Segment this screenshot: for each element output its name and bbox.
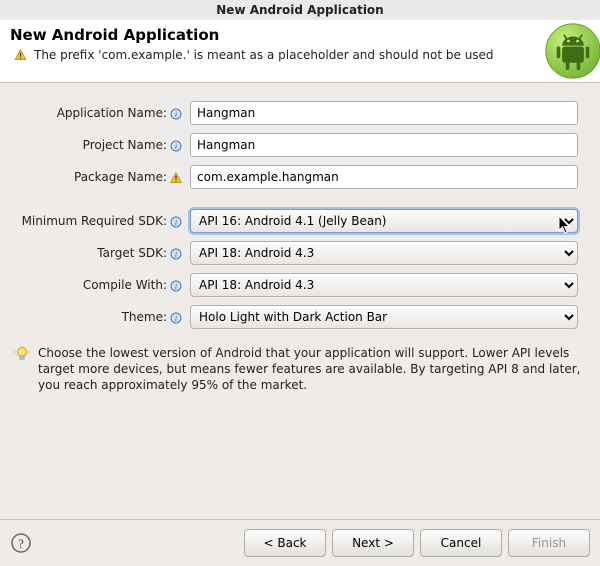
page-title: New Android Application <box>10 26 590 44</box>
min-sdk-label: Minimum Required SDK: <box>22 214 167 228</box>
info-icon: i <box>170 108 182 120</box>
svg-text:i: i <box>175 250 177 259</box>
project-name-input[interactable] <box>190 133 578 157</box>
info-icon: i <box>170 248 182 260</box>
warning-icon <box>13 49 28 61</box>
package-name-input[interactable] <box>190 165 578 189</box>
warning-text: The prefix 'com.example.' is meant as a … <box>34 48 494 62</box>
svg-text:i: i <box>175 110 177 119</box>
wizard-header: New Android Application The prefix 'com.… <box>0 20 600 83</box>
button-bar: ? < Back Next > Cancel Finish <box>0 519 600 566</box>
svg-text:i: i <box>175 282 177 291</box>
svg-text:i: i <box>175 142 177 151</box>
project-name-label: Project Name: <box>83 138 167 152</box>
hint-area: Choose the lowest version of Android tha… <box>0 341 588 398</box>
next-button[interactable]: Next > <box>332 529 414 557</box>
form-area: Application Name: i Project Name: i Packag… <box>0 83 600 402</box>
compile-with-select[interactable]: API 18: Android 4.3 <box>190 273 578 297</box>
hint-text: Choose the lowest version of Android tha… <box>38 345 588 394</box>
help-icon[interactable]: ? <box>10 532 32 554</box>
svg-text:i: i <box>175 314 177 323</box>
package-name-label: Package Name: <box>74 170 167 184</box>
info-icon: i <box>170 280 182 292</box>
android-icon <box>544 22 600 80</box>
warning-icon <box>170 172 182 184</box>
svg-text:?: ? <box>18 536 24 551</box>
target-sdk-label: Target SDK: <box>97 246 167 260</box>
info-icon: i <box>170 312 182 324</box>
theme-label: Theme: <box>122 310 167 324</box>
theme-select[interactable]: Holo Light with Dark Action Bar <box>190 305 578 329</box>
min-sdk-select[interactable]: API 16: Android 4.1 (Jelly Bean) <box>190 209 578 233</box>
svg-text:i: i <box>175 218 177 227</box>
lightbulb-icon <box>14 346 30 362</box>
cancel-button[interactable]: Cancel <box>420 529 502 557</box>
finish-button: Finish <box>508 529 590 557</box>
app-name-label: Application Name: <box>57 106 167 120</box>
window-title: New Android Application <box>0 0 600 20</box>
compile-with-label: Compile With: <box>83 278 167 292</box>
info-icon: i <box>170 216 182 228</box>
target-sdk-select[interactable]: API 18: Android 4.3 <box>190 241 578 265</box>
back-button[interactable]: < Back <box>244 529 326 557</box>
application-name-input[interactable] <box>190 101 578 125</box>
info-icon: i <box>170 140 182 152</box>
